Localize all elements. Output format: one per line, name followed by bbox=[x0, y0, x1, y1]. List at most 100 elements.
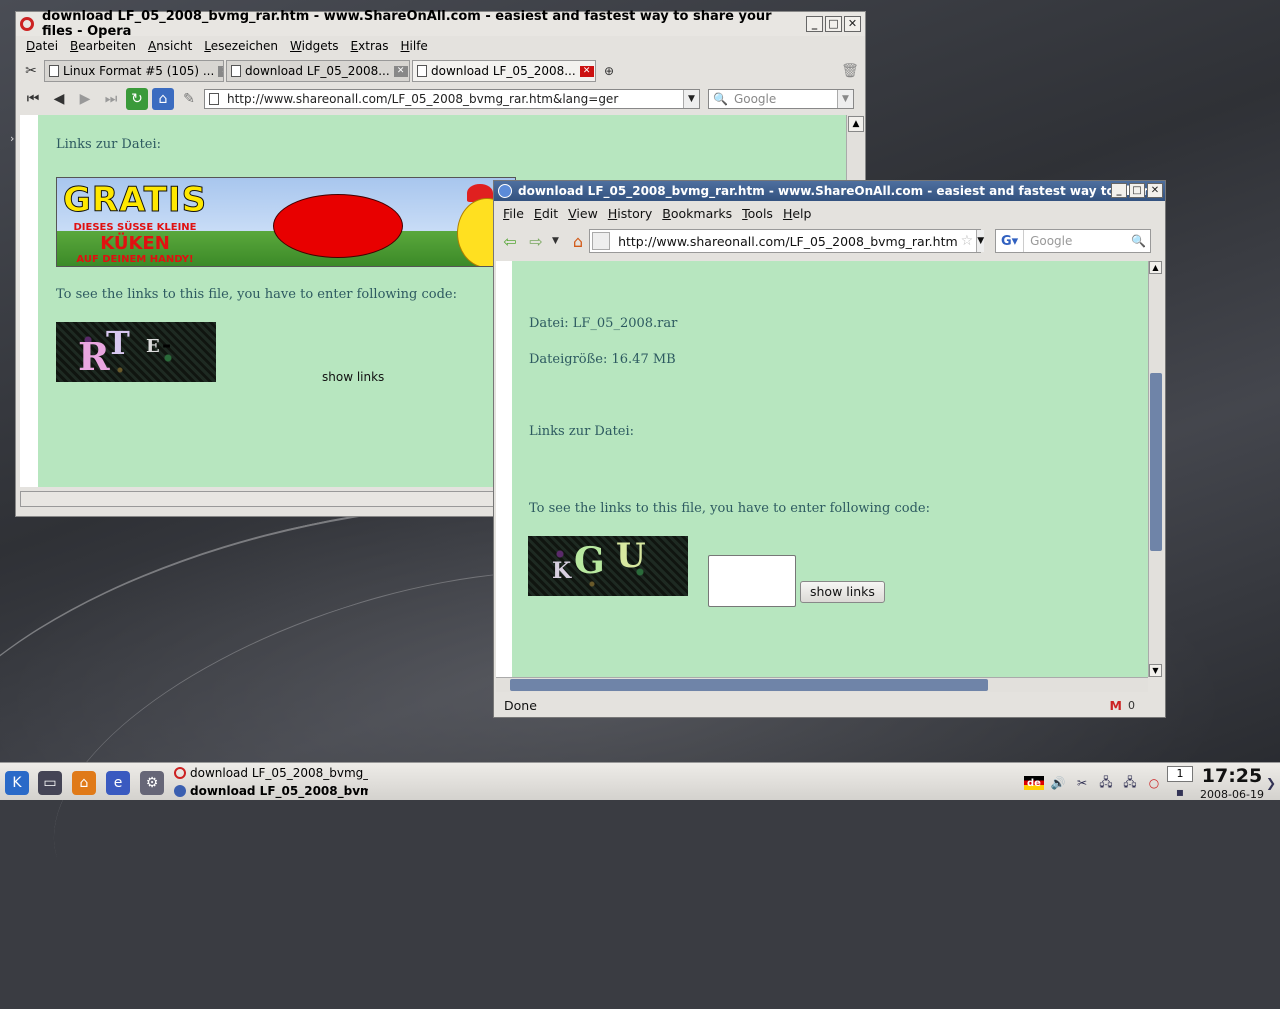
rewind-icon[interactable]: ⏮ bbox=[22, 88, 44, 110]
tab-linux-format[interactable]: Linux Format #5 (105) ... ✕ bbox=[44, 60, 224, 82]
tab-close-icon[interactable]: ✕ bbox=[393, 65, 408, 77]
tab-close-icon[interactable]: ✕ bbox=[579, 65, 594, 77]
opera-search-field[interactable]: 🔍 Google ▼ bbox=[708, 89, 854, 109]
forward-icon[interactable]: ▶ bbox=[74, 88, 96, 110]
captcha-glyph: T bbox=[106, 324, 130, 362]
taskbar-task-opera[interactable]: download LF_05_2008_bvmg_r bbox=[174, 766, 368, 780]
forward-icon[interactable]: ⇨ bbox=[526, 232, 546, 251]
desktop-pager[interactable]: 1 bbox=[1167, 766, 1193, 782]
search-icon: 🔍 bbox=[713, 92, 728, 106]
firefox-page-content: Datei: LF_05_2008.rar Dateigröße: 16.47 … bbox=[496, 261, 1148, 677]
menu-lesezeichen[interactable]: Lesezeichen bbox=[198, 39, 284, 53]
history-dropdown-icon[interactable]: ▼ bbox=[552, 236, 559, 246]
taskbar-task-firefox[interactable]: download LF_05_2008_bvm bbox=[174, 784, 368, 798]
menu-bookmarks[interactable]: Bookmarks bbox=[657, 206, 737, 221]
maximize-button[interactable]: □ bbox=[1129, 183, 1145, 198]
chevron-down-icon[interactable]: ▼ bbox=[683, 90, 699, 108]
close-button[interactable]: ✕ bbox=[1147, 183, 1163, 198]
panel-hide-arrow-icon[interactable]: ❯ bbox=[1264, 773, 1278, 793]
minimize-button[interactable]: _ bbox=[1111, 183, 1127, 198]
maximize-button[interactable]: □ bbox=[825, 16, 842, 32]
wand-icon[interactable]: ✎ bbox=[178, 88, 200, 110]
desktop-artifact: › bbox=[10, 132, 15, 145]
tools-icon[interactable]: ✂ bbox=[20, 60, 42, 82]
trash-icon[interactable]: 🗑 bbox=[839, 60, 861, 82]
opera-titlebar[interactable]: download LF_05_2008_bvmg_rar.htm - www.S… bbox=[16, 9, 865, 39]
firefox-horizontal-scrollbar[interactable] bbox=[496, 677, 1148, 692]
system-settings-icon[interactable]: ⚙ bbox=[140, 771, 164, 795]
captcha-glyph: E bbox=[146, 336, 160, 357]
search-icon[interactable]: 🔍 bbox=[1131, 234, 1150, 248]
google-engine-icon[interactable]: G▾ bbox=[996, 230, 1025, 252]
terminal-icon[interactable]: ▭ bbox=[38, 771, 62, 795]
advertisement-banner[interactable]: GRATIS DIESES SÜSSE KLEINE KÜKEN AUF DEI… bbox=[56, 177, 516, 267]
firefox-search-field[interactable]: G▾ Google 🔍 bbox=[995, 229, 1152, 253]
volume-icon[interactable]: 🔊 bbox=[1048, 773, 1068, 793]
tab-download-2[interactable]: download LF_05_2008... ✕ bbox=[412, 60, 596, 82]
gmail-notifier[interactable]: M 0 bbox=[1110, 698, 1135, 713]
chevron-down-icon[interactable]: ▼ bbox=[837, 90, 853, 108]
menu-help[interactable]: Help bbox=[778, 206, 817, 221]
fast-forward-icon[interactable]: ⏭ bbox=[100, 88, 122, 110]
tab-label: download LF_05_2008... bbox=[245, 64, 390, 78]
tab-download-1[interactable]: download LF_05_2008... ✕ bbox=[226, 60, 410, 82]
captcha-glyph: U bbox=[616, 536, 646, 576]
kde-taskbar: K ▭ ⌂ e ⚙ download LF_05_2008_bvmg_r dow… bbox=[0, 762, 1280, 801]
menu-ansicht[interactable]: Ansicht bbox=[142, 39, 198, 53]
firefox-icon bbox=[174, 785, 186, 797]
show-links-button[interactable]: show links bbox=[800, 581, 885, 603]
menu-widgets[interactable]: Widgets bbox=[284, 39, 345, 53]
home-folder-icon[interactable]: ⌂ bbox=[72, 771, 96, 795]
menu-extras[interactable]: Extras bbox=[345, 39, 395, 53]
pager-preview-icon[interactable]: ▪ bbox=[1170, 785, 1190, 799]
firefox-address-bar[interactable]: http://www.shareonall.com/LF_05_2008_bvm… bbox=[589, 229, 985, 253]
opera-tray-icon[interactable]: ○ bbox=[1144, 773, 1164, 793]
show-links-button[interactable]: show links bbox=[322, 370, 384, 384]
network-icon[interactable]: 🖧 bbox=[1120, 773, 1140, 793]
network-icon[interactable]: 🖧 bbox=[1096, 773, 1116, 793]
home-icon[interactable]: ⌂ bbox=[573, 232, 583, 251]
search-placeholder: Google bbox=[1030, 234, 1073, 248]
konqueror-icon[interactable]: e bbox=[106, 771, 130, 795]
tab-close-icon[interactable]: ✕ bbox=[218, 65, 223, 77]
keyboard-layout-indicator[interactable]: de bbox=[1024, 776, 1044, 790]
firefox-menubar: File Edit View History Bookmarks Tools H… bbox=[494, 201, 1165, 225]
menu-datei[interactable]: Datei bbox=[20, 39, 64, 53]
banner-line: AUF DEINEM HANDY! bbox=[76, 254, 194, 265]
scroll-down-icon[interactable]: ▼ bbox=[1149, 664, 1162, 677]
scroll-up-icon[interactable]: ▲ bbox=[1149, 261, 1162, 274]
klipper-icon[interactable]: ✂ bbox=[1072, 773, 1092, 793]
opera-navbar: ⏮ ◀ ▶ ⏭ ↻ ⌂ ✎ http://www.shareonall.com/… bbox=[16, 84, 865, 114]
horizontal-scroll-thumb[interactable] bbox=[510, 679, 988, 691]
home-icon[interactable]: ⌂ bbox=[152, 88, 174, 110]
firefox-window: download LF_05_2008_bvmg_rar.htm - www.S… bbox=[493, 180, 1166, 718]
captcha-code-input[interactable] bbox=[708, 555, 796, 607]
back-icon[interactable]: ⇦ bbox=[500, 232, 520, 251]
minimize-button[interactable]: _ bbox=[806, 16, 823, 32]
firefox-vertical-scrollbar[interactable]: ▲ ▼ bbox=[1148, 261, 1163, 677]
firefox-titlebar[interactable]: download LF_05_2008_bvmg_rar.htm - www.S… bbox=[494, 181, 1165, 201]
bookmark-star-icon[interactable]: ☆ bbox=[958, 233, 977, 249]
new-tab-icon[interactable]: ⊕ bbox=[598, 60, 620, 82]
search-placeholder: Google bbox=[733, 92, 777, 106]
chevron-down-icon[interactable]: ▼ bbox=[976, 230, 985, 252]
file-size: Dateigröße: 16.47 MB bbox=[529, 352, 676, 367]
task-label: download LF_05_2008_bvm bbox=[190, 784, 368, 798]
opera-address-bar[interactable]: http://www.shareonall.com/LF_05_2008_bvm… bbox=[204, 89, 700, 109]
kde-menu-icon[interactable]: K bbox=[5, 771, 29, 795]
scroll-up-icon[interactable]: ▲ bbox=[848, 116, 864, 132]
menu-bearbeiten[interactable]: Bearbeiten bbox=[64, 39, 142, 53]
opera-logo-icon bbox=[20, 17, 34, 31]
banner-oval bbox=[273, 194, 403, 258]
back-icon[interactable]: ◀ bbox=[48, 88, 70, 110]
menu-tools[interactable]: Tools bbox=[737, 206, 778, 221]
menu-edit[interactable]: Edit bbox=[529, 206, 563, 221]
menu-file[interactable]: File bbox=[498, 206, 529, 221]
vertical-scroll-thumb[interactable] bbox=[1150, 373, 1162, 551]
menu-history[interactable]: History bbox=[603, 206, 657, 221]
menu-view[interactable]: View bbox=[563, 206, 603, 221]
clock-time[interactable]: 17:25 bbox=[1200, 765, 1264, 787]
close-button[interactable]: ✕ bbox=[844, 16, 861, 32]
menu-hilfe[interactable]: Hilfe bbox=[395, 39, 434, 53]
reload-icon[interactable]: ↻ bbox=[126, 88, 148, 110]
